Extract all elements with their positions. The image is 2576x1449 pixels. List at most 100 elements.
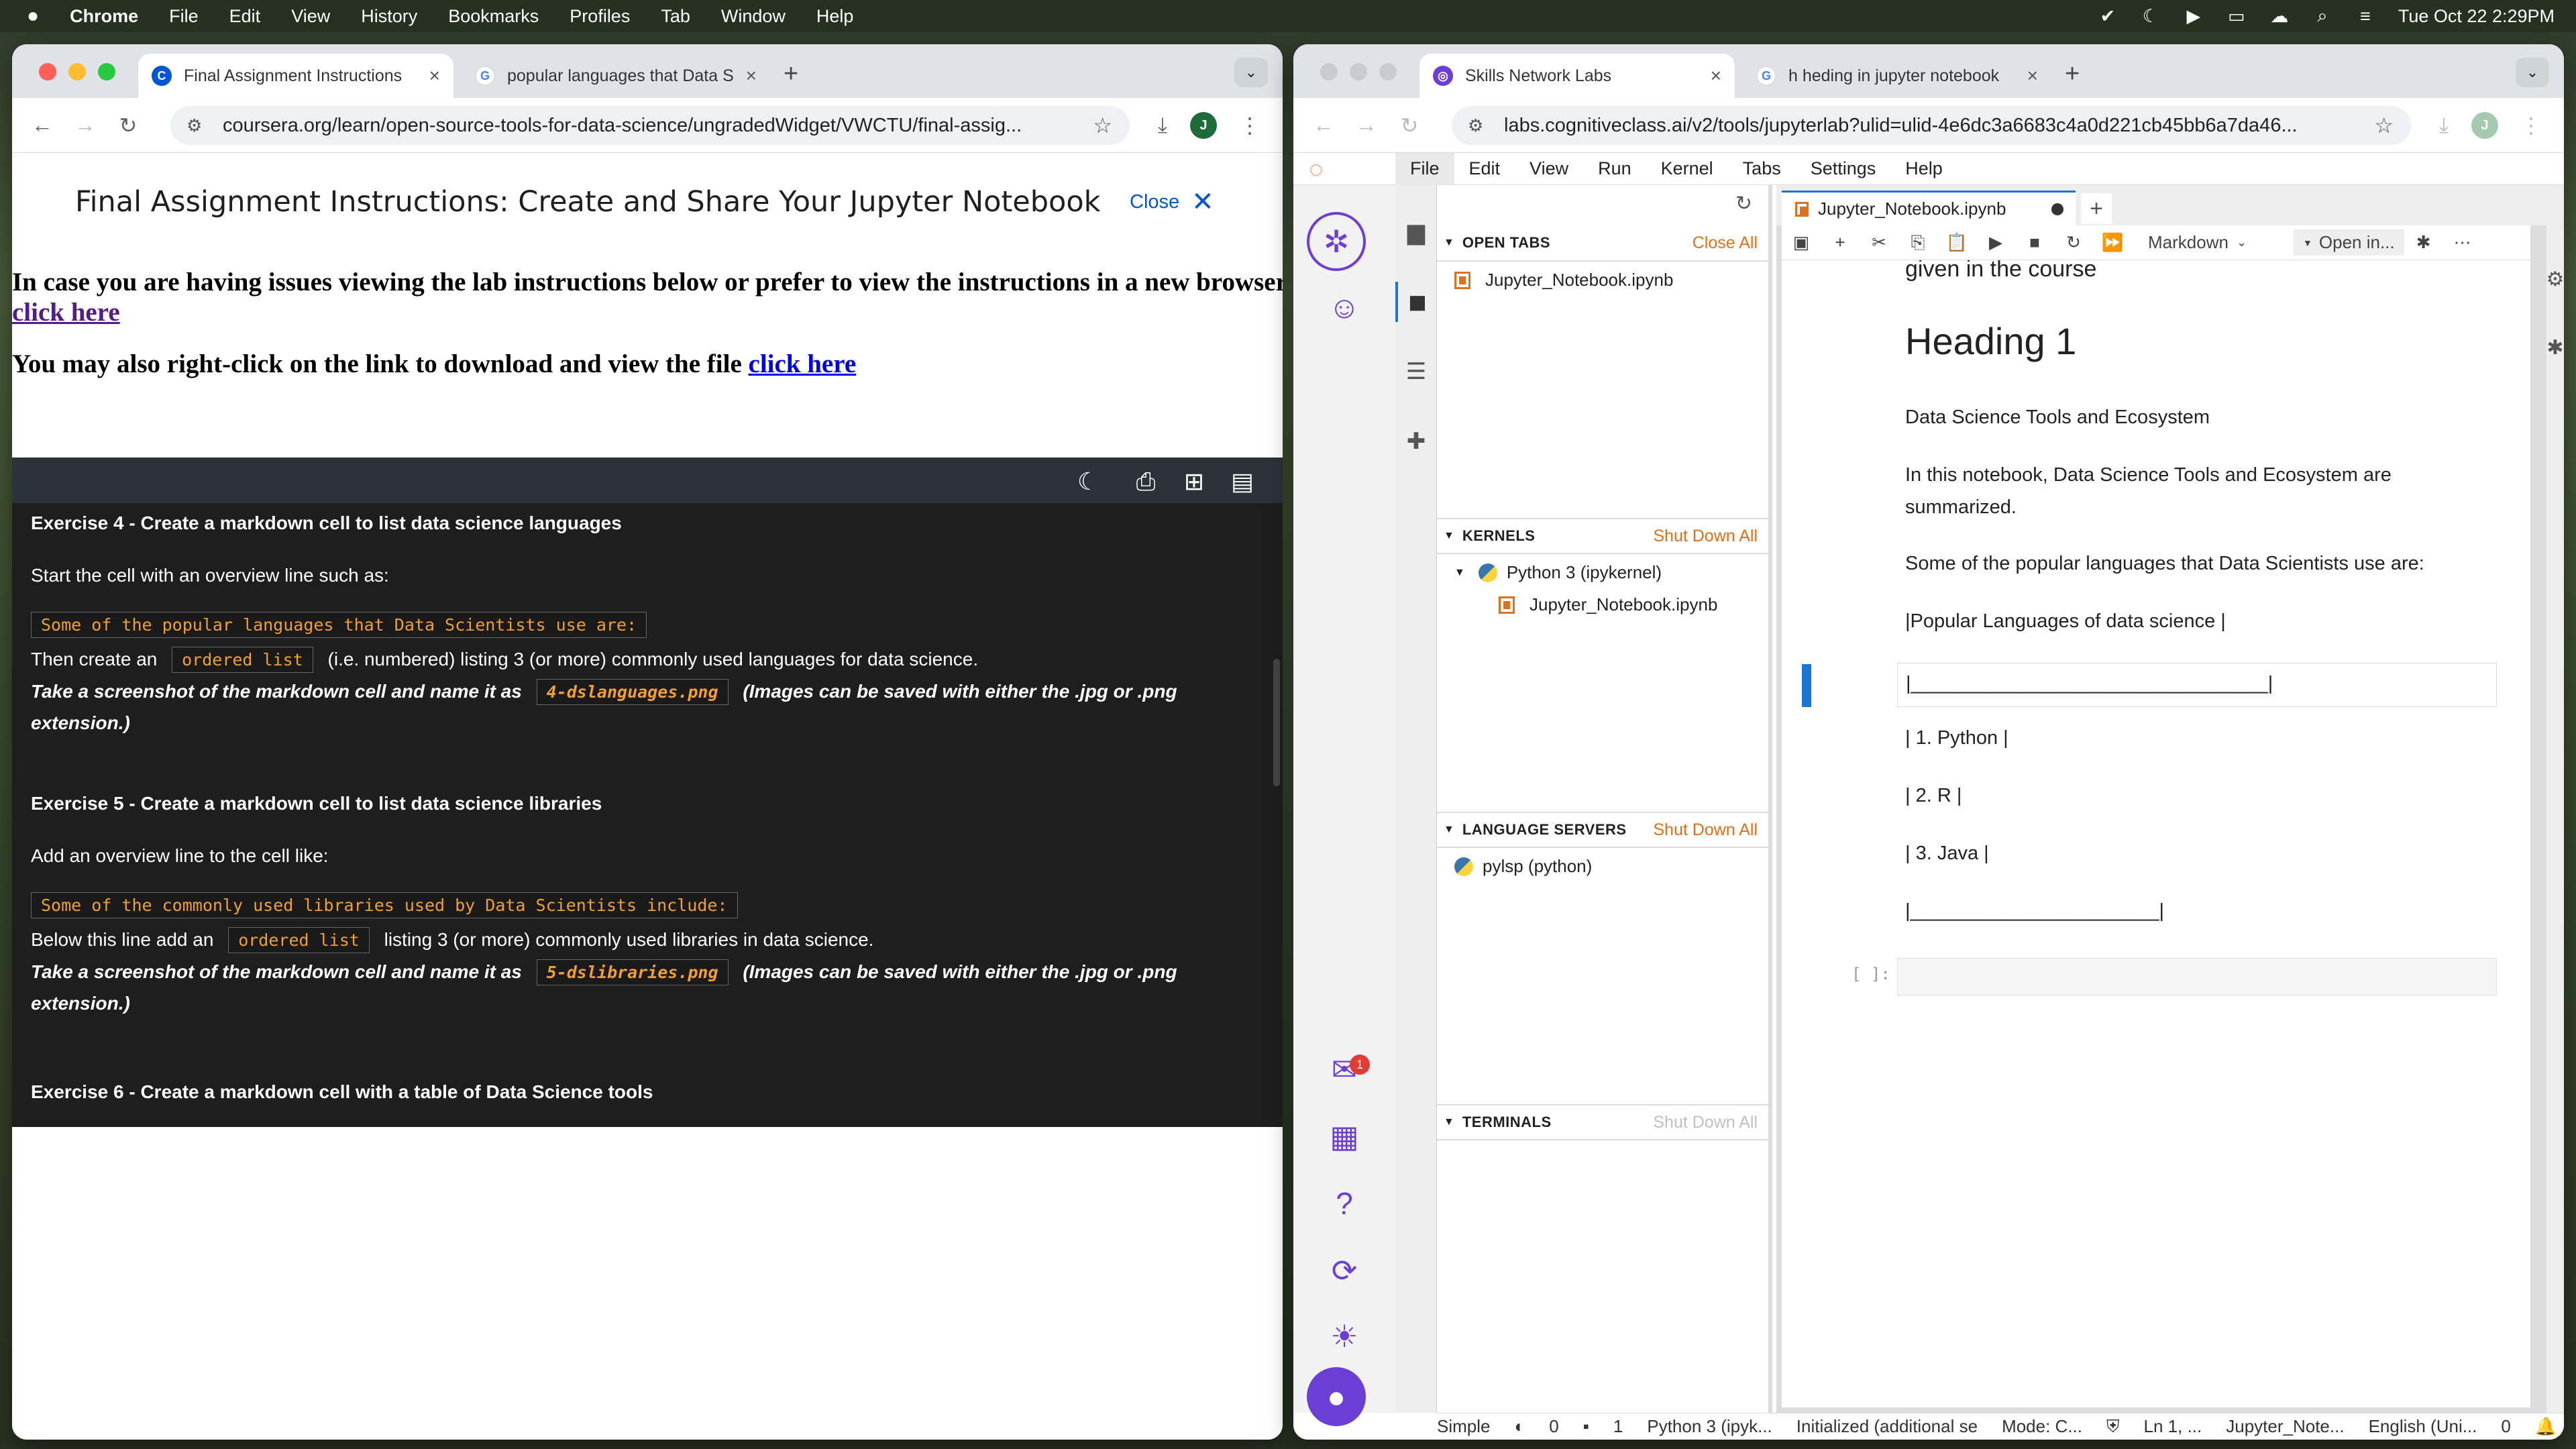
search-icon[interactable]: ⌕ xyxy=(2312,5,2332,26)
terminals-section[interactable]: ▼ TERMINALS Shut Down All xyxy=(1437,1104,1768,1140)
play-icon[interactable]: ▶ xyxy=(2184,6,2204,26)
news-icon[interactable]: ▦ xyxy=(1312,1104,1377,1169)
lsp-status[interactable]: Initialized (additional se xyxy=(1796,1416,1978,1437)
intro-link[interactable]: click here xyxy=(12,298,120,327)
debugger-icon[interactable]: ✱ xyxy=(2404,232,2443,253)
battery-icon[interactable]: ▭ xyxy=(2226,6,2247,26)
shut-down-all-button[interactable]: Shut Down All xyxy=(1653,1113,1758,1132)
address-url[interactable]: coursera.org/learn/open-source-tools-for… xyxy=(223,115,1093,137)
run-icon[interactable]: ▶ xyxy=(1976,232,2015,253)
unsaved-dot-icon[interactable] xyxy=(2051,203,2063,215)
fast-forward-icon[interactable]: ⏩ xyxy=(2093,232,2132,253)
document-icon[interactable]: ▤ xyxy=(1228,467,1257,496)
menu-help[interactable]: Help xyxy=(816,6,854,27)
jmenu-edit[interactable]: Edit xyxy=(1454,153,1515,185)
add-cell-icon[interactable]: + xyxy=(1821,232,1860,253)
copy-icon[interactable]: ⎘ xyxy=(1898,232,1937,254)
bell-icon[interactable]: 🔔 xyxy=(2535,1416,2557,1437)
close-window-button[interactable] xyxy=(1320,63,1338,80)
stop-icon[interactable]: ■ xyxy=(2015,232,2054,253)
profile-avatar[interactable]: J xyxy=(1190,112,1217,139)
theme-sun-icon[interactable]: ☀ xyxy=(1312,1304,1377,1368)
minimize-window-button[interactable] xyxy=(68,63,86,80)
extensions-icon[interactable]: ✚ xyxy=(1395,421,1437,462)
jmenu-tabs[interactable]: Tabs xyxy=(1728,153,1796,185)
cut-icon[interactable]: ✂ xyxy=(1860,232,1898,253)
open-in-button[interactable]: ▼ Open in... xyxy=(2294,229,2404,256)
menu-bookmarks[interactable]: Bookmarks xyxy=(448,6,539,27)
language-servers-section[interactable]: ▼ LANGUAGE SERVERS Shut Down All xyxy=(1437,812,1768,848)
forward-button[interactable]: → xyxy=(1350,109,1383,142)
new-launcher-button[interactable]: + xyxy=(2081,193,2112,224)
cloud-icon[interactable]: ☁ xyxy=(2269,6,2290,26)
kernel-status[interactable]: Python 3 (ipyk... xyxy=(1647,1416,1772,1437)
menu-edit[interactable]: Edit xyxy=(229,6,261,27)
folder-icon[interactable]: ▆ xyxy=(1395,212,1437,252)
new-tab-button[interactable]: + xyxy=(784,60,798,89)
user-avatar-icon[interactable]: ● xyxy=(1307,1367,1366,1426)
bookmark-star-icon[interactable]: ☆ xyxy=(2374,113,2394,138)
bookmark-star-icon[interactable]: ☆ xyxy=(1093,113,1112,138)
jmenu-view[interactable]: View xyxy=(1515,153,1583,185)
shut-down-all-button[interactable]: Shut Down All xyxy=(1653,820,1758,840)
skills-network-logo-icon[interactable]: ✲ xyxy=(1307,212,1366,271)
jmenu-kernel[interactable]: Kernel xyxy=(1646,153,1728,185)
tab-heading-search[interactable]: G h heding in jupyter notebook × xyxy=(1743,54,2051,98)
property-inspector-icon[interactable]: ⚙ xyxy=(2546,266,2564,292)
running-kernels-icon[interactable]: ◼ xyxy=(1395,282,1437,322)
chat-icon[interactable]: ☺ xyxy=(1312,275,1377,339)
apple-menu-icon[interactable]: ● xyxy=(27,5,39,28)
kernel-item[interactable]: ▼ Python 3 (ipykernel) xyxy=(1454,562,1662,583)
site-info-icon[interactable]: ⚙ xyxy=(1468,115,1493,136)
address-bar[interactable]: ⚙ labs.cognitiveclass.ai/v2/tools/jupyte… xyxy=(1452,106,2411,145)
cursor-position[interactable]: Ln 1, ... xyxy=(2144,1416,2202,1437)
reload-button[interactable]: ↻ xyxy=(111,109,145,142)
paste-icon[interactable]: 📋 xyxy=(1937,232,1976,253)
download-icon[interactable]: ⤓ xyxy=(2427,109,2461,142)
menu-view[interactable]: View xyxy=(291,6,330,27)
close-tab-icon[interactable]: × xyxy=(746,65,757,87)
spellcheck-language[interactable]: English (Uni... xyxy=(2369,1416,2477,1437)
maximize-window-button[interactable] xyxy=(98,63,115,80)
menu-app-name[interactable]: Chrome xyxy=(70,6,138,27)
table-of-contents-icon[interactable]: ☰ xyxy=(1395,352,1437,392)
address-url[interactable]: labs.cognitiveclass.ai/v2/tools/jupyterl… xyxy=(1504,115,2374,137)
close-all-button[interactable]: Close All xyxy=(1693,233,1758,253)
moon-icon[interactable]: ☾ xyxy=(2141,6,2161,26)
refresh-icon[interactable]: ↻ xyxy=(1735,192,1752,215)
sync-icon[interactable]: ⟳ xyxy=(1312,1238,1377,1303)
back-button[interactable]: ← xyxy=(25,109,59,142)
forward-button[interactable]: → xyxy=(68,109,102,142)
terminal-icon[interactable]: ▪ xyxy=(1583,1416,1589,1437)
active-markdown-cell[interactable]: |_________________________________| xyxy=(1897,663,2497,707)
tab-skills-network-labs[interactable]: ◎ Skills Network Labs × xyxy=(1419,54,1735,98)
close-button[interactable]: Close ✕ xyxy=(1130,186,1214,217)
download-link[interactable]: click here xyxy=(749,350,857,378)
profile-avatar[interactable]: J xyxy=(2471,112,2498,139)
open-tab-item[interactable]: Jupyter_Notebook.ipynb xyxy=(1454,270,1673,290)
print-icon[interactable]: ⎙ xyxy=(1131,467,1161,496)
language-server-item[interactable]: pylsp (python) xyxy=(1454,856,1592,877)
minimize-window-button[interactable] xyxy=(1350,63,1367,80)
shut-down-all-button[interactable]: Shut Down All xyxy=(1653,527,1758,546)
download-icon[interactable]: ⤓ xyxy=(1146,109,1179,142)
help-icon[interactable]: ? xyxy=(1312,1171,1377,1236)
cell-collapser[interactable] xyxy=(1802,664,1811,707)
menu-clock[interactable]: Tue Oct 22 2:29PM xyxy=(2398,6,2555,27)
check-circle-icon[interactable]: ✔ xyxy=(2098,6,2118,26)
debugger-panel-icon[interactable]: ✱ xyxy=(2546,334,2564,361)
maximize-window-button[interactable] xyxy=(1379,63,1397,80)
site-info-icon[interactable]: ⚙ xyxy=(186,115,212,136)
more-options-icon[interactable]: ⋯ xyxy=(2443,232,2482,253)
jmenu-help[interactable]: Help xyxy=(1890,153,1957,185)
jmenu-run[interactable]: Run xyxy=(1583,153,1646,185)
tab-popular-languages[interactable]: G popular languages that Data S × xyxy=(462,54,770,98)
close-window-button[interactable] xyxy=(39,63,56,80)
tab-search-button[interactable]: ⌄ xyxy=(2516,58,2549,87)
notification-count[interactable]: 0 xyxy=(2501,1416,2510,1437)
kernels-section[interactable]: ▼ KERNELS Shut Down All xyxy=(1437,518,1768,554)
close-tab-icon[interactable]: × xyxy=(2027,65,2038,87)
restart-icon[interactable]: ↻ xyxy=(2054,232,2093,253)
save-icon[interactable]: ▣ xyxy=(1782,232,1821,253)
jmenu-settings[interactable]: Settings xyxy=(1796,153,1891,185)
